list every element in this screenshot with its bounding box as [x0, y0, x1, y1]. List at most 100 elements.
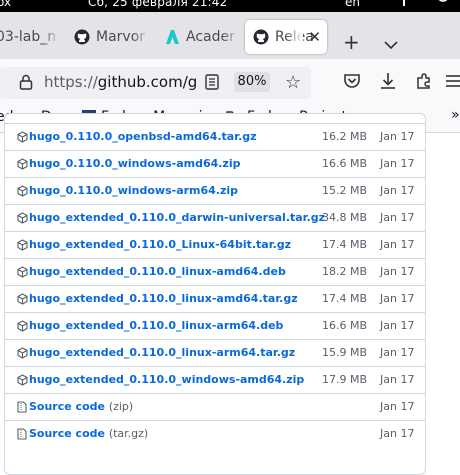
reader-view-icon[interactable]	[205, 74, 219, 94]
system-status-icons[interactable]	[396, 0, 450, 9]
release-assets-list: hugo_0.110.0_openbsd-amd64.tar.gz 16.2 MB…	[4, 113, 426, 475]
package-icon	[17, 266, 28, 281]
asset-size: 16.6 MB	[321, 157, 367, 170]
asset-name: Source code	[29, 400, 105, 413]
navigation-toolbar: https://github.com/go 80% ☆	[0, 59, 460, 105]
tab-releases[interactable]: Relea ✕	[245, 20, 327, 54]
package-icon	[17, 347, 28, 362]
tab-03-lab[interactable]: 03-lab_n	[0, 20, 60, 54]
keyboard-language[interactable]: en	[345, 0, 360, 9]
asset-download-link[interactable]: hugo_extended_0.110.0_linux-arm64.tar.gz	[29, 346, 295, 359]
url-text[interactable]: https://github.com/go	[44, 73, 196, 91]
asset-date: Jan 17	[380, 184, 415, 197]
asset-download-link[interactable]: hugo_0.110.0_windows-amd64.zip	[29, 157, 240, 170]
asset-date: Jan 17	[380, 292, 415, 305]
asset-date: Jan 17	[380, 157, 415, 170]
tab-marvor[interactable]: Marvor	[74, 20, 150, 54]
asset-row: hugo_0.110.0_openbsd-amd64.tar.gz 16.2 MB…	[5, 123, 425, 150]
bookmark-star-icon[interactable]: ☆	[285, 72, 301, 93]
asset-download-link[interactable]: hugo_extended_0.110.0_linux-arm64.deb	[29, 319, 283, 332]
asset-size: 18.2 MB	[321, 265, 367, 278]
app-menu-icon[interactable]	[446, 72, 460, 94]
asset-name: hugo_extended_0.110.0_linux-arm64.tar.gz	[29, 346, 296, 359]
asset-download-link[interactable]: hugo_extended_0.110.0_darwin-universal.t…	[29, 211, 325, 224]
asset-download-link[interactable]: hugo_0.110.0_openbsd-amd64.tar.gz	[29, 130, 257, 143]
asset-size: 15.2 MB	[321, 184, 367, 197]
asset-size: 17.4 MB	[321, 238, 367, 251]
page-content: hugo_0.110.0_openbsd-amd64.tar.gz 16.2 MB…	[0, 113, 460, 475]
asset-name: hugo_extended_0.110.0_Linux-64bit.tar.gz	[29, 238, 292, 251]
zip-file-icon	[17, 428, 27, 443]
top-bar-left-text: ox	[0, 0, 12, 9]
zoom-level-button[interactable]: 80%	[234, 72, 270, 92]
lock-icon[interactable]	[19, 74, 33, 94]
pocket-icon[interactable]	[343, 72, 361, 94]
asset-row: hugo_extended_0.110.0_linux-amd64.deb 18.…	[5, 258, 425, 285]
package-icon	[17, 374, 28, 389]
asset-row: hugo_extended_0.110.0_linux-arm64.deb 16.…	[5, 312, 425, 339]
network-icon	[403, 0, 405, 6]
package-icon	[17, 185, 28, 200]
asset-row: hugo_extended_0.110.0_Linux-64bit.tar.gz…	[5, 231, 425, 258]
asset-size: 15.9 MB	[321, 346, 367, 359]
asset-name: hugo_extended_0.110.0_darwin-universal.t…	[29, 211, 325, 224]
tab-strip: 03-lab_n Marvor Acader Relea ✕ +	[0, 12, 460, 59]
asset-size: 17.4 MB	[321, 292, 367, 305]
asset-row: hugo_extended_0.110.0_windows-amd64.zip 1…	[5, 366, 425, 393]
asset-date: Jan 17	[380, 373, 415, 386]
asset-date: Jan 17	[380, 346, 415, 359]
package-icon	[17, 158, 28, 173]
system-clock[interactable]: Сб, 25 февраля 21:42	[88, 0, 227, 9]
asset-row: hugo_extended_0.110.0_linux-amd64.tar.gz…	[5, 285, 425, 312]
asset-name: hugo_0.110.0_windows-arm64.zip	[29, 184, 239, 197]
new-tab-plus-icon[interactable]: +	[343, 30, 360, 54]
asset-date: Jan 17	[380, 130, 415, 143]
close-tab-icon[interactable]: ✕	[308, 28, 321, 46]
package-icon	[17, 320, 28, 335]
source-code-row: Source code (zip) Jan 17	[5, 393, 425, 420]
package-icon	[17, 293, 28, 308]
asset-size: 17.9 MB	[321, 373, 367, 386]
package-icon	[17, 239, 28, 254]
asset-date: Jan 17	[380, 319, 415, 332]
asset-size: 16.6 MB	[321, 319, 367, 332]
zip-file-icon	[17, 401, 27, 416]
asset-download-link[interactable]: hugo_extended_0.110.0_windows-amd64.zip	[29, 373, 304, 386]
package-icon	[17, 212, 28, 227]
asset-download-link[interactable]: hugo_extended_0.110.0_Linux-64bit.tar.gz	[29, 238, 291, 251]
list-tabs-chevron-icon[interactable]	[384, 31, 398, 55]
asset-download-link[interactable]: hugo_extended_0.110.0_linux-amd64.deb	[29, 265, 286, 278]
asset-download-link[interactable]: Source code (tar.gz)	[29, 427, 148, 440]
asset-date: Jan 17	[380, 265, 415, 278]
extensions-icon[interactable]	[415, 72, 433, 94]
downloads-icon[interactable]	[379, 72, 397, 94]
github-icon	[253, 29, 269, 45]
asset-size: 34.8 MB	[321, 211, 367, 224]
source-code-row: Source code (tar.gz) Jan 17	[5, 420, 425, 447]
asset-name: hugo_extended_0.110.0_linux-amd64.tar.gz	[29, 292, 298, 305]
asset-row: hugo_extended_0.110.0_darwin-universal.t…	[5, 204, 425, 231]
asset-download-link[interactable]: hugo_extended_0.110.0_linux-amd64.tar.gz	[29, 292, 298, 305]
asset-name: hugo_extended_0.110.0_linux-arm64.deb	[29, 319, 284, 332]
asset-date: Jan 17	[380, 427, 415, 440]
asset-date: Jan 17	[380, 238, 415, 251]
asset-name: Source code	[29, 427, 105, 440]
asset-row: hugo_extended_0.110.0_linux-arm64.tar.gz…	[5, 339, 425, 366]
asset-size: 16.2 MB	[321, 130, 367, 143]
asset-row: hugo_0.110.0_windows-arm64.zip 15.2 MB Jan…	[5, 177, 425, 204]
asset-name: hugo_extended_0.110.0_windows-amd64.zip	[29, 373, 305, 386]
volume-icon	[416, 0, 432, 6]
tab-academia[interactable]: Acader	[164, 20, 240, 54]
asset-format: (tar.gz)	[108, 427, 149, 440]
url-bar[interactable]: https://github.com/go 80% ☆	[0, 67, 311, 99]
asset-date: Jan 17	[380, 400, 415, 413]
asset-name: hugo_extended_0.110.0_linux-amd64.deb	[29, 265, 286, 278]
asset-date: Jan 17	[380, 211, 415, 224]
power-icon	[438, 0, 447, 2]
github-icon	[74, 29, 90, 45]
package-icon	[17, 131, 28, 146]
asset-download-link[interactable]: hugo_0.110.0_windows-arm64.zip	[29, 184, 238, 197]
asset-download-link[interactable]: Source code (zip)	[29, 400, 133, 413]
bookmarks-overflow-chevron-icon[interactable]: »	[451, 107, 460, 123]
system-top-bar: ox Сб, 25 февраля 21:42 en	[0, 0, 460, 12]
